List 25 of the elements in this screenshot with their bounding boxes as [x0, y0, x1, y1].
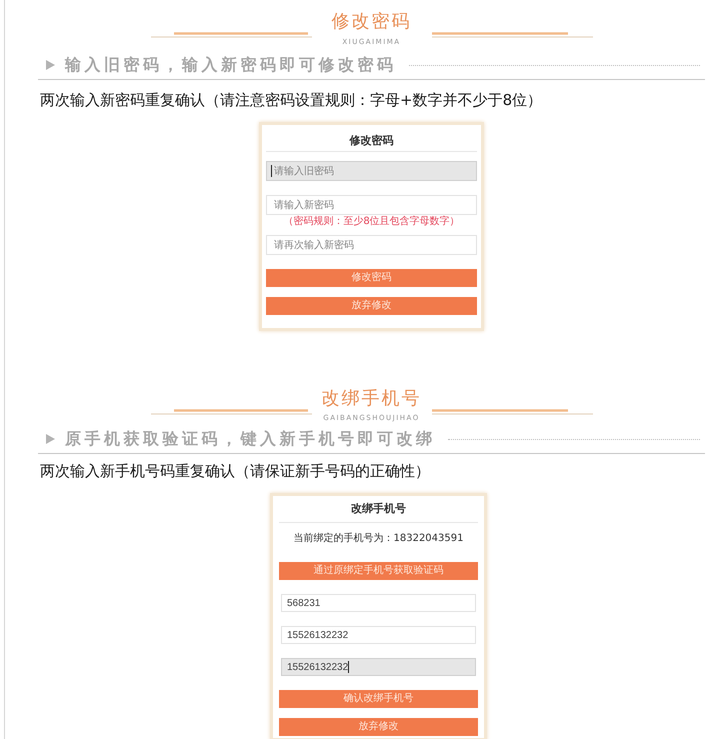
form-button[interactable]: 确认改绑手机号: [279, 690, 478, 708]
input-field[interactable]: 15526132232: [281, 626, 476, 644]
section-heading: 原手机获取验证码，键入新手机号即可改绑: [65, 429, 436, 449]
form-title: 改绑手机号: [350, 501, 407, 516]
text-cursor-icon: [348, 661, 350, 673]
input-field[interactable]: 请输入新密码: [266, 195, 477, 215]
form-button[interactable]: 放弃修改: [266, 297, 477, 315]
form-button[interactable]: 放弃修改: [279, 718, 478, 736]
current-phone-text: 当前绑定的手机号为：18322043591: [292, 532, 464, 546]
instruction-text: 两次输入新手机号码重复确认（请保证新手号码的正确性）: [39, 462, 431, 480]
input-field[interactable]: 请再次输入新密码: [266, 235, 477, 255]
instruction-text: 两次输入新密码重复确认（请注意密码设置规则：字母+数字并不少于8位）: [39, 91, 544, 109]
input-field[interactable]: 请输入旧密码: [266, 161, 477, 181]
section-title: 改绑手机号: [322, 388, 422, 410]
triangle-icon: [46, 434, 55, 444]
section-title: 修改密码: [332, 11, 412, 33]
form-button[interactable]: 通过原绑定手机号获取验证码: [279, 562, 478, 580]
section-heading: 输入旧密码，输入新密码即可修改密码: [65, 55, 396, 75]
input-field[interactable]: 568231: [281, 594, 476, 612]
password-hint: （密码规则：至少8位且包含字母数字）: [282, 217, 461, 227]
triangle-icon: [46, 60, 55, 70]
form-button[interactable]: 修改密码: [266, 269, 477, 287]
input-field[interactable]: 15526132232: [281, 658, 476, 676]
form-title: 修改密码: [348, 133, 394, 148]
text-cursor-icon: [271, 165, 272, 177]
